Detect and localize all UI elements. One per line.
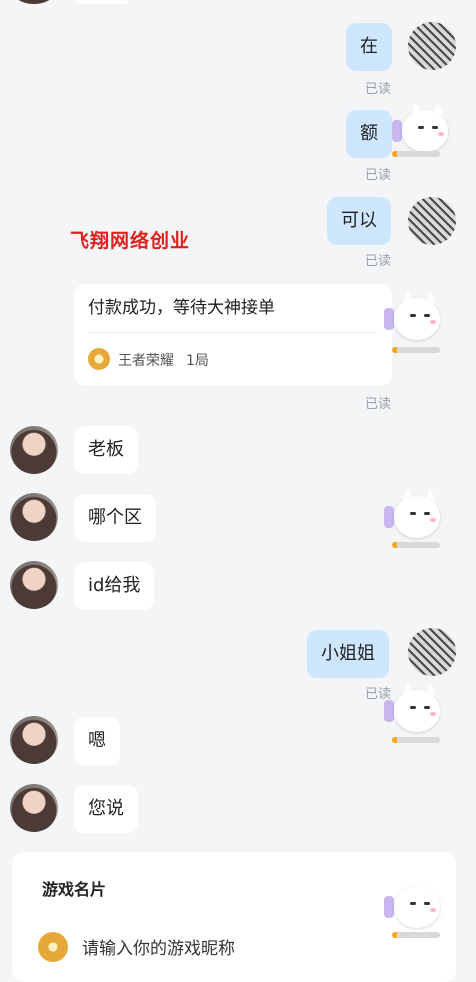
- message-text: 您说: [88, 798, 124, 819]
- avatar[interactable]: [10, 784, 58, 832]
- game-logo-icon: [88, 348, 110, 370]
- message-text: 老板: [88, 439, 124, 460]
- progress-bar: [392, 151, 440, 157]
- avatar[interactable]: [408, 197, 456, 245]
- message-bubble: 在: [346, 23, 392, 71]
- avatar[interactable]: [10, 561, 58, 609]
- message-bubble: 嗯: [74, 717, 120, 765]
- progress-bar: [392, 932, 440, 938]
- read-status: 已读: [365, 82, 392, 97]
- message-bubble: 哪个区: [74, 494, 156, 542]
- avatar[interactable]: [408, 628, 456, 676]
- message-bubble: 可以: [327, 197, 391, 245]
- progress-bar: [392, 347, 440, 353]
- message-text: 额: [360, 123, 378, 144]
- cat-pet-icon: [384, 482, 444, 544]
- message-text: 在: [360, 36, 378, 57]
- message-bubble: id给我: [74, 562, 155, 610]
- read-status: 已读: [365, 397, 392, 412]
- progress-bar: [392, 542, 440, 548]
- message-bubble: 小姐姐: [307, 630, 389, 678]
- message-bubble: 老板: [74, 426, 138, 474]
- read-status: 已读: [365, 168, 392, 183]
- message-text: id给我: [88, 575, 141, 596]
- message-text: 哪个区: [88, 507, 142, 528]
- message-bubble: 您说: [74, 785, 138, 833]
- divider: [88, 332, 378, 333]
- avatar[interactable]: [10, 716, 58, 764]
- cat-pet-icon: [384, 676, 444, 738]
- message-text: 嗯: [88, 730, 106, 751]
- message-bubble: [74, 0, 130, 4]
- cat-pet-icon: [392, 96, 452, 158]
- message-text: 小姐姐: [321, 643, 375, 664]
- avatar[interactable]: [408, 22, 456, 70]
- cat-pet-icon: [384, 872, 444, 934]
- avatar[interactable]: [10, 493, 58, 541]
- game-name: 王者荣耀: [118, 353, 174, 369]
- game-nickname-field[interactable]: 请输入你的游戏昵称: [82, 934, 235, 959]
- order-status-card[interactable]: 付款成功，等待大神接单 王者荣耀 1局: [74, 284, 392, 386]
- message-bubble: 额: [346, 110, 392, 158]
- game-card-label: 游戏名片: [26, 866, 123, 910]
- message-text: 可以: [341, 210, 377, 231]
- cat-pet-icon: [384, 284, 444, 346]
- avatar[interactable]: [10, 0, 58, 4]
- round-count: 1局: [186, 353, 209, 369]
- watermark-text: 飞翔网络创业: [70, 230, 191, 252]
- game-logo-icon: [38, 932, 68, 962]
- avatar[interactable]: [10, 426, 58, 474]
- progress-bar: [392, 737, 440, 743]
- order-status-title: 付款成功，等待大神接单: [88, 298, 275, 318]
- read-status: 已读: [365, 254, 392, 269]
